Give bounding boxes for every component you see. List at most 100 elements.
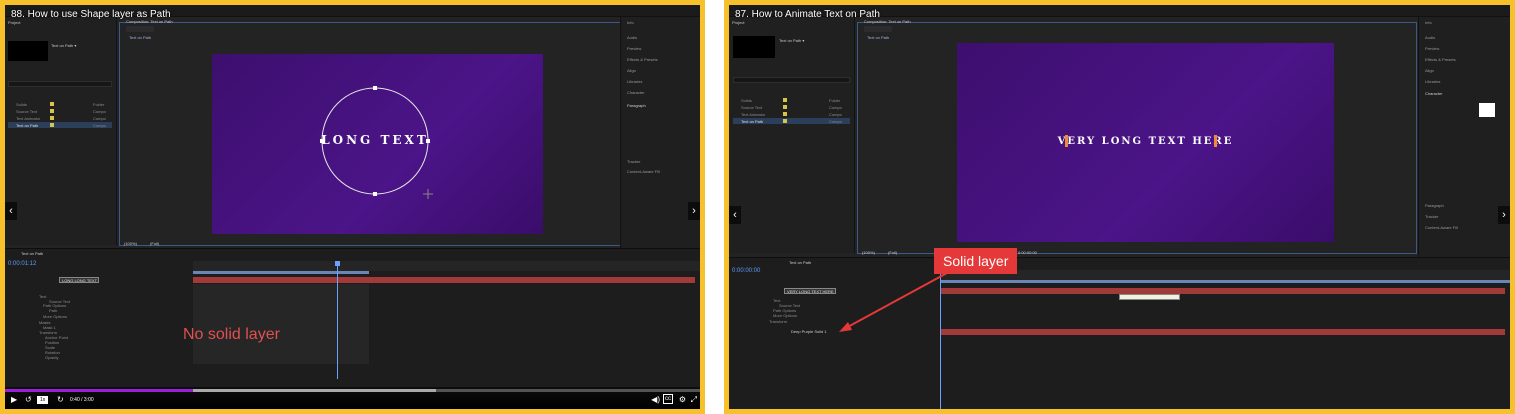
project-item-type: Compo — [93, 116, 106, 121]
project-row[interactable]: Text Animator Compo — [8, 115, 112, 121]
resolution[interactable]: (Full) — [888, 250, 897, 255]
panel-content-aware-fill[interactable]: Content-Aware Fill — [1425, 225, 1458, 230]
panel-character[interactable]: Character — [1425, 91, 1443, 96]
time-ruler[interactable] — [193, 261, 700, 271]
property-row[interactable]: More Options — [773, 313, 797, 318]
panel-character[interactable]: Character — [627, 90, 645, 95]
forward-icon[interactable]: ↻ — [57, 396, 64, 404]
layer-name: VERY LONG TEXT HERE — [787, 289, 834, 294]
composition-viewer: Composition: Text on Path Text on Path L… — [119, 19, 621, 246]
composition-canvas[interactable]: VERY LONG TEXT HERE — [957, 43, 1334, 242]
timeline-tab[interactable]: Text on Path — [21, 251, 43, 256]
viewer-breadcrumb[interactable]: Text on Path — [126, 26, 155, 40]
after-effects-window: Project Text on Path ▾ Solids Folder Sou… — [5, 5, 700, 409]
prev-arrow-icon[interactable]: ‹ — [729, 206, 741, 224]
next-arrow-icon[interactable]: › — [688, 202, 700, 220]
solid-layer-bar[interactable] — [940, 329, 1505, 335]
label-swatch — [50, 102, 54, 106]
comp-text: LONG TEXT — [321, 133, 429, 147]
time-indicator-head[interactable] — [335, 261, 340, 266]
panel-libraries[interactable]: Libraries — [1425, 79, 1440, 84]
play-icon[interactable]: ▶ — [11, 396, 17, 404]
speed-icon[interactable]: 1x — [37, 396, 49, 404]
panel-tracker[interactable]: Tracker — [627, 159, 640, 164]
time-ruler[interactable] — [940, 270, 1510, 280]
property-row[interactable]: More Options — [43, 314, 67, 319]
video-player-controls: ▶ ↺ 1x ↻ 0:40 / 3:00 ◀) cc ⚙ ⤢ — [5, 387, 700, 409]
viewer-breadcrumb[interactable]: Text on Path — [864, 26, 893, 40]
replay-icon[interactable]: ↺ — [25, 396, 32, 404]
project-item-name: Text Animator — [741, 112, 766, 117]
panel-audio[interactable]: Audio — [627, 35, 637, 40]
panel-libraries[interactable]: Libraries — [627, 79, 642, 84]
project-row[interactable]: Source Text Compo — [8, 108, 112, 114]
project-list: Solids Folder Source Text Compo Text Ani… — [733, 97, 850, 127]
property-row[interactable]: Path — [49, 308, 57, 313]
tooltip-text: Time Ruler (Click to set thumb) — [1122, 304, 1177, 309]
resolution[interactable]: (Full) — [150, 241, 159, 246]
played-range — [5, 389, 193, 392]
video-progress-bar[interactable] — [5, 389, 700, 392]
panel-info[interactable]: Info — [627, 20, 634, 25]
panel-content-aware-fill[interactable]: Content-Aware Fill — [627, 169, 660, 174]
panel-align[interactable]: Align — [627, 68, 636, 73]
project-search-input[interactable] — [8, 81, 112, 87]
panel-tracker[interactable]: Tracker — [1425, 214, 1438, 219]
tooltip: Time Ruler (Click to set thumb) — [1119, 294, 1180, 309]
viewer-timecode: 0:00:00:00 — [1018, 250, 1037, 255]
zoom-level[interactable]: (100%) — [862, 250, 875, 255]
settings-icon[interactable]: ⚙ — [679, 396, 686, 404]
project-search-input[interactable] — [733, 77, 850, 83]
panel-effects-presets[interactable]: Effects & Presets — [1425, 57, 1456, 62]
panel-audio[interactable]: Audio — [1425, 35, 1435, 40]
project-tab[interactable]: Project — [732, 20, 744, 25]
panel-effects-presets[interactable]: Effects & Presets — [627, 57, 658, 62]
right-screenshot: Project Text on Path ▾ Solids Folder Sou… — [724, 0, 1515, 414]
panel-info[interactable]: Info — [1425, 20, 1432, 25]
property-row[interactable]: Transform — [769, 319, 787, 324]
project-item-type: Compo — [93, 123, 106, 128]
volume-icon[interactable]: ◀) — [651, 396, 660, 404]
panel-paragraph[interactable]: Paragraph — [1425, 203, 1444, 208]
project-row[interactable]: Solids Folder — [733, 97, 850, 103]
project-tab[interactable]: Project — [8, 20, 20, 25]
comp-thumbnail — [733, 36, 775, 58]
timeline-tab[interactable]: Text on Path — [789, 260, 811, 265]
panel-preview[interactable]: Preview — [1425, 46, 1439, 51]
layer-name-field[interactable]: VERY LONG TEXT HERE — [784, 288, 836, 294]
current-time-indicator[interactable] — [940, 270, 941, 409]
panel-paragraph[interactable]: Paragraph — [627, 103, 646, 108]
work-area-bar[interactable] — [940, 280, 1510, 283]
project-item-type: Folder — [93, 102, 105, 107]
panel-align[interactable]: Align — [1425, 68, 1434, 73]
layer-name-field[interactable]: LONG LONG TEXT — [59, 277, 99, 283]
current-timecode[interactable]: 0:00:00:00 — [732, 268, 760, 274]
prev-arrow-icon[interactable]: ‹ — [5, 202, 17, 220]
zoom-level[interactable]: (100%) — [124, 241, 137, 246]
project-row[interactable]: Source Text Compo — [733, 104, 850, 110]
label-swatch — [783, 105, 787, 109]
fill-color-swatch[interactable] — [1479, 103, 1495, 117]
project-item-type: Compo — [829, 119, 842, 124]
project-row-selected[interactable]: Text on Path Compo — [733, 118, 850, 124]
property-row[interactable]: Opacity — [45, 355, 59, 360]
video-title: 88. How to use Shape layer as Path — [11, 9, 171, 20]
captions-icon[interactable]: cc — [663, 394, 673, 404]
fullscreen-icon[interactable]: ⤢ — [691, 396, 697, 404]
work-area-bar[interactable] — [193, 271, 369, 274]
current-timecode[interactable]: 0:00:01:12 — [8, 261, 36, 267]
property-row[interactable]: Text — [39, 294, 46, 299]
layer-name: LONG LONG TEXT — [62, 278, 98, 283]
project-row[interactable]: Solids Folder — [8, 101, 112, 107]
project-row[interactable]: Text Animator Compo — [733, 111, 850, 117]
composition-canvas[interactable]: LONG TEXT — [212, 54, 543, 234]
project-item-name: Solids — [741, 98, 752, 103]
solid-layer-name[interactable]: Deep Purple Solid 1 — [791, 329, 827, 334]
current-time-indicator[interactable] — [337, 261, 338, 379]
layer-duration-bar[interactable] — [193, 277, 695, 283]
panel-preview[interactable]: Preview — [627, 46, 641, 51]
project-item-name: Text Animator — [16, 116, 41, 121]
project-row-selected[interactable]: Text on Path Compo — [8, 122, 112, 128]
next-arrow-icon[interactable]: › — [1498, 206, 1510, 224]
layer-duration-bar[interactable] — [940, 288, 1505, 294]
